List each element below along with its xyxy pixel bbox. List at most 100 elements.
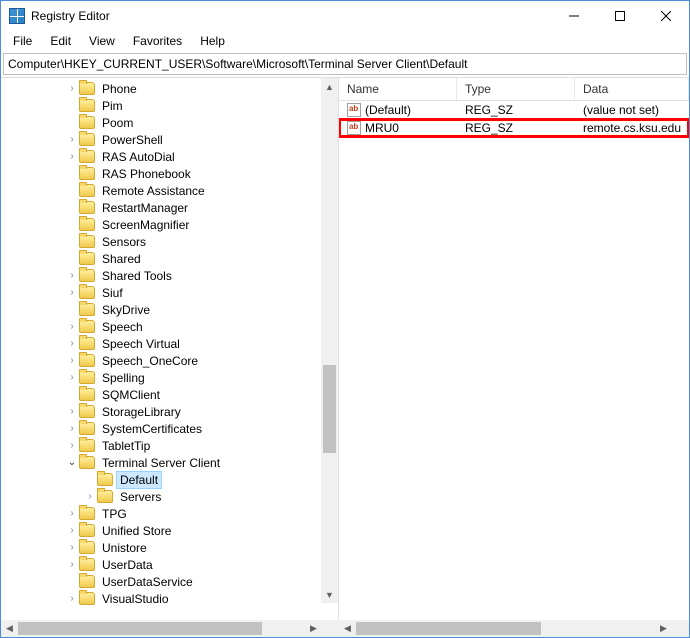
chevron-right-icon[interactable]: › [65,594,79,604]
chevron-right-icon[interactable]: › [65,322,79,332]
tree-item-label: Unified Store [99,523,174,539]
values-list[interactable]: (Default)REG_SZ(value not set)MRU0REG_SZ… [339,101,689,620]
scroll-left-arrow-icon[interactable]: ◀ [1,620,18,637]
scroll-track[interactable] [321,95,338,586]
scroll-right-arrow-icon[interactable]: ▶ [305,620,322,637]
tree-horizontal-scrollbar[interactable]: ◀ ▶ [1,620,322,637]
tree-item[interactable]: Poom [1,114,338,131]
tree-item[interactable]: UserDataService [1,573,338,590]
chevron-right-icon[interactable]: › [65,339,79,349]
tree-item[interactable]: ›Shared Tools [1,267,338,284]
close-button[interactable] [643,1,689,31]
chevron-right-icon[interactable]: › [65,543,79,553]
tree-vertical-scrollbar[interactable]: ▲ ▼ [321,78,338,603]
tree-item[interactable]: Remote Assistance [1,182,338,199]
chevron-down-icon[interactable]: ⌄ [65,458,79,468]
chevron-right-icon[interactable]: › [65,152,79,162]
tree-item[interactable]: ›UserData [1,556,338,573]
column-name[interactable]: Name [339,78,457,100]
folder-icon [79,150,95,163]
tree-item[interactable]: Sensors [1,233,338,250]
values-horizontal-scrollbar[interactable]: ◀ ▶ [339,620,672,637]
folder-icon [79,575,95,588]
tree-item[interactable]: ›RAS AutoDial [1,148,338,165]
menu-favorites[interactable]: Favorites [125,32,190,50]
column-data[interactable]: Data [575,78,689,100]
scroll-thumb[interactable] [18,622,262,635]
tree-item[interactable]: › Speech Virtual [1,335,338,352]
menu-view[interactable]: View [81,32,123,50]
column-type[interactable]: Type [457,78,575,100]
tree-item[interactable]: RestartManager [1,199,338,216]
scroll-up-arrow-icon[interactable]: ▲ [321,78,338,95]
tree-item[interactable]: › Phone [1,80,338,97]
tree-item[interactable]: ›PowerShell [1,131,338,148]
value-row[interactable]: (Default)REG_SZ(value not set) [339,101,689,119]
chevron-right-icon[interactable]: › [65,441,79,451]
chevron-right-icon[interactable]: › [65,509,79,519]
scroll-left-arrow-icon[interactable]: ◀ [339,620,356,637]
registry-tree[interactable]: ›Phone Pim Poom›PowerShell›RAS AutoDial … [1,78,338,609]
chevron-right-icon[interactable]: › [83,492,97,502]
scroll-track[interactable] [18,620,305,637]
tree-item-label: Speech Virtual [99,336,183,352]
titlebar: Registry Editor [1,1,689,31]
minimize-button[interactable] [551,1,597,31]
folder-icon [79,167,95,180]
tree-item[interactable]: SQMClient [1,386,338,403]
tree-item[interactable]: ›TPG [1,505,338,522]
tree-item[interactable]: SkyDrive [1,301,338,318]
tree-item[interactable]: ›Speech [1,318,338,335]
tree-item[interactable]: RAS Phonebook [1,165,338,182]
chevron-right-icon[interactable]: › [65,407,79,417]
tree-item[interactable]: Shared [1,250,338,267]
menu-help[interactable]: Help [192,32,233,50]
chevron-right-icon[interactable]: › [65,288,79,298]
value-row[interactable]: MRU0REG_SZremote.cs.ksu.edu [339,119,689,137]
scroll-thumb[interactable] [356,622,541,635]
tree-item-label: SQMClient [99,387,163,403]
menu-edit[interactable]: Edit [42,32,79,50]
tree-item[interactable]: ›Speech_OneCore [1,352,338,369]
folder-icon [79,235,95,248]
address-bar[interactable]: Computer\HKEY_CURRENT_USER\Software\Micr… [3,53,687,75]
tree-item-label: Terminal Server Client [99,455,223,471]
tree-item[interactable]: ⌄ Terminal Server Client [1,454,338,471]
horizontal-scrollbars: ◀ ▶ ◀ ▶ [1,620,689,637]
folder-icon [79,524,95,537]
chevron-right-icon[interactable]: › [65,526,79,536]
tree-item[interactable]: ›Unistore [1,539,338,556]
tree-item[interactable]: ›VisualStudio [1,590,338,607]
scroll-right-arrow-icon[interactable]: ▶ [655,620,672,637]
folder-icon [79,201,95,214]
scroll-track[interactable] [356,620,655,637]
tree-item[interactable]: ›StorageLibrary [1,403,338,420]
folder-icon [79,286,95,299]
tree-item[interactable]: Default [1,471,338,488]
tree-item[interactable]: ›Siuf [1,284,338,301]
tree-item-label: Sensors [99,234,149,250]
tree-item[interactable]: ›TabletTip [1,437,338,454]
menu-file[interactable]: File [5,32,40,50]
chevron-right-icon[interactable]: › [65,356,79,366]
chevron-right-icon[interactable]: › [65,135,79,145]
scroll-thumb[interactable] [323,365,336,453]
scroll-down-arrow-icon[interactable]: ▼ [321,586,338,603]
tree-item-label: Shared [99,251,144,267]
tree-item[interactable]: ›Spelling [1,369,338,386]
expander-placeholder [65,169,79,179]
tree-item[interactable]: ›SystemCertificates [1,420,338,437]
tree-item[interactable]: Pim [1,97,338,114]
tree-item[interactable]: ScreenMagnifier [1,216,338,233]
maximize-button[interactable] [597,1,643,31]
expander-placeholder [65,254,79,264]
tree-item-label: Poom [99,115,136,131]
chevron-right-icon[interactable]: › [65,373,79,383]
chevron-right-icon[interactable]: › [65,560,79,570]
chevron-right-icon[interactable]: › [65,424,79,434]
tree-item-label: Phone [99,81,140,97]
chevron-right-icon[interactable]: › [65,271,79,281]
tree-item[interactable]: ›Servers [1,488,338,505]
tree-item[interactable]: › Unified Store [1,522,338,539]
chevron-right-icon[interactable]: › [65,84,79,94]
